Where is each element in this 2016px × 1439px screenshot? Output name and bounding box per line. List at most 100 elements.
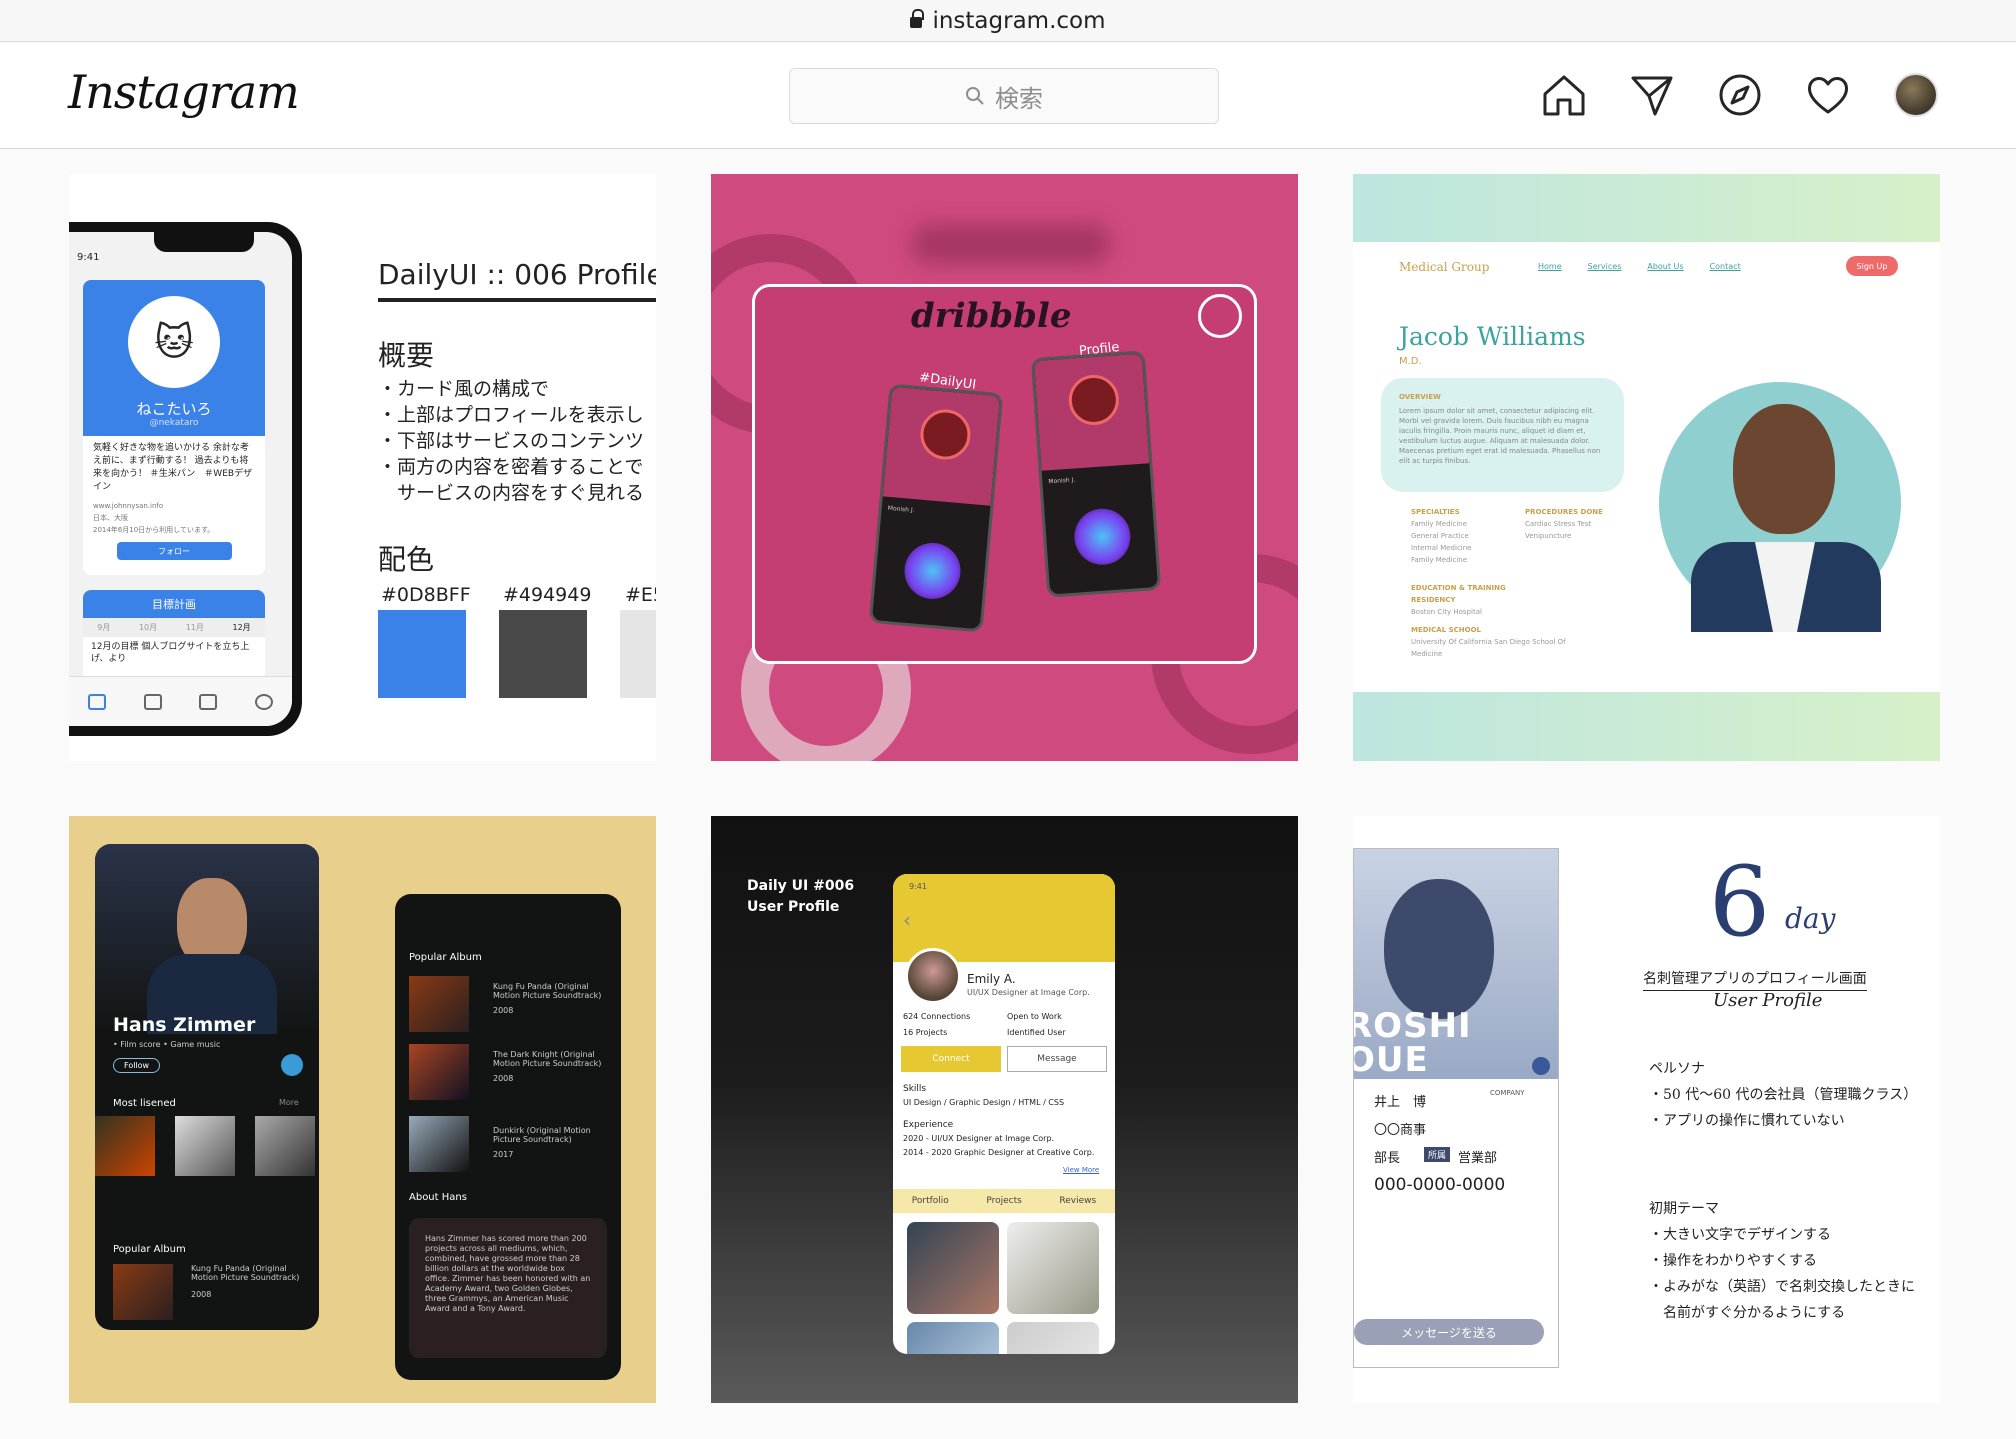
education-label: EDUCATION & TRAINING: [1411, 584, 1506, 592]
calendar-tab-icon: [199, 693, 218, 710]
about-text: Hans Zimmer has scored more than 200 pro…: [425, 1234, 591, 1313]
phone-number: 000-0000-0000: [1374, 1175, 1506, 1195]
connect-button: Connect: [901, 1046, 1001, 1072]
overview-label: OVERVIEW: [1399, 393, 1441, 401]
nav-link: Contact: [1709, 262, 1741, 271]
profile-location: 日本、大阪: [93, 514, 128, 522]
portfolio-image: [1007, 1322, 1099, 1354]
school-label: MEDICAL SCHOOL: [1411, 626, 1482, 634]
doctor-name: Jacob Williams: [1399, 322, 1586, 351]
persona-label: ペルソナ: [1649, 1061, 1705, 1077]
color-code: #0D8BFF: [381, 584, 471, 606]
skills-text: UI Design / Graphic Design / HTML / CSS: [903, 1098, 1065, 1107]
color-swatch-blue: [378, 610, 466, 698]
persona-item: ・アプリの操作に慣れていない: [1649, 1113, 1845, 1129]
portfolio-image: [1007, 1222, 1099, 1314]
send-message-button: メッセージを送る: [1354, 1319, 1544, 1345]
overview-heading: 概要: [378, 339, 435, 372]
connections-count: 624 Connections: [903, 1012, 971, 1021]
specialties-label: SPECIALTIES: [1411, 508, 1460, 516]
instagram-logo[interactable]: Instagram: [68, 65, 300, 119]
post-user-profile[interactable]: Daily UI #006 User Profile 9:41 ‹ Emily …: [711, 816, 1298, 1403]
avatar: [1067, 373, 1121, 427]
month-tab: 9月: [97, 623, 111, 632]
album-cover: [409, 1044, 469, 1100]
album-title: The Dark Knight (Original Motion Picture…: [493, 1050, 602, 1068]
top-navigation: Instagram 検索: [0, 43, 2016, 149]
direct-icon[interactable]: [1628, 71, 1676, 119]
portfolio-image: [907, 1222, 999, 1314]
music-app-icon: [1072, 506, 1133, 567]
tab-portfolio: Portfolio: [911, 1196, 949, 1206]
home-icon[interactable]: [1540, 71, 1588, 119]
persona-section: ペルソナ ・50 代〜60 代の会社員（管理職クラス） ・アプリの操作に慣れてい…: [1649, 1056, 1917, 1134]
projects-count: 16 Projects: [903, 1028, 948, 1037]
user-profile-label: User Profile: [1713, 990, 1823, 1011]
experience-label: Experience: [903, 1120, 954, 1130]
residency-text: Boston City Hospital: [1411, 608, 1482, 616]
specialty-item: Family Medicine: [1411, 556, 1468, 564]
specialty-item: Family Medicine: [1411, 520, 1468, 528]
profile-name: Monish J.: [887, 504, 915, 515]
album-title: Kung Fu Panda (Original Motion Picture S…: [493, 982, 602, 1000]
album-year: 2017: [493, 1150, 514, 1159]
overview-item: ・カード風の構成で: [378, 378, 550, 400]
theme-item: ・よみがな（英語）で名刺交換したときに: [1649, 1279, 1915, 1295]
profile-avatar[interactable]: [1894, 73, 1938, 117]
company-name: 〇〇商事: [1374, 1123, 1427, 1138]
dribbble-logo: dribbble: [911, 296, 1072, 336]
goal-text: 12月の目標 個人ブログサイトを立ち上げ、より: [91, 642, 250, 664]
follow-button: Follow: [113, 1058, 161, 1073]
dribbble-ball-icon: [1198, 294, 1242, 338]
home-tab-icon: [87, 693, 106, 710]
explore-icon[interactable]: [1716, 71, 1764, 119]
showcase-frame: [752, 284, 1257, 664]
browser-url-bar[interactable]: instagram.com: [0, 0, 2016, 42]
day-number: 6: [1709, 846, 1771, 958]
phone-mockup-right: Monish J.: [1030, 350, 1162, 598]
subtitle: 名刺管理アプリのプロフィール画面: [1643, 968, 1867, 991]
music-app-icon: [902, 540, 963, 602]
popular-album-label: Popular Album: [409, 952, 482, 963]
procedure-item: Venipuncture: [1525, 532, 1572, 540]
profile-name: Emily A.: [967, 972, 1016, 986]
heading-line: Daily UI #006: [747, 878, 855, 894]
signup-button: Sign Up: [1846, 256, 1898, 276]
status-time: 9:41: [77, 252, 100, 263]
album-year: 2008: [493, 1074, 514, 1083]
blurred-logo: [911, 224, 1111, 264]
month-tab: 10月: [138, 623, 158, 632]
profile-tabs: Portfolio Projects Reviews: [893, 1189, 1115, 1213]
avatar: [918, 407, 973, 462]
overview-item: ・両方の内容を密着することで: [378, 456, 644, 478]
school-text: University Of California San Diego Schoo…: [1411, 638, 1566, 658]
profile-photo: [905, 948, 961, 1004]
dept-tag: 所属: [1424, 1147, 1451, 1162]
activity-heart-icon[interactable]: [1804, 71, 1852, 119]
medical-profile-page: Medical Group Home Services About Us Con…: [1353, 242, 1940, 692]
search-placeholder: 検索: [995, 84, 1043, 113]
follow-button: フォロー: [116, 542, 232, 560]
search-input[interactable]: 検索: [789, 68, 1219, 124]
post-music-artist-profile[interactable]: Hans Zimmer • Film score • Game music Fo…: [69, 816, 656, 1403]
post-medical-profile[interactable]: Medical Group Home Services About Us Con…: [1353, 174, 1940, 761]
post-dribbble-profile[interactable]: dribbble #DailyUI Profile Monish J. Moni…: [711, 174, 1298, 761]
status-time: 9:41: [909, 882, 927, 891]
timer-tab-icon: [255, 693, 274, 710]
theme-item: ・操作をわかりやすくする: [1649, 1253, 1817, 1269]
post-dailyui-006-profile[interactable]: 9:41 🐱 ねこたいろ @nekataro 気軽く好きな物を追いかける 余計な…: [69, 174, 656, 761]
goal-title: 目標計画: [83, 590, 265, 618]
lock-icon: [910, 9, 925, 28]
artist-name: Hans Zimmer: [113, 1014, 256, 1036]
portfolio-image: [907, 1322, 999, 1354]
album-cover: [409, 976, 469, 1032]
album-year: 2008: [191, 1290, 212, 1299]
overview-list: ・カード風の構成で ・上部はプロフィールを表示し ・下部はサービスのコンテンツ …: [378, 376, 644, 506]
post-business-card-profile[interactable]: ROSHI OUE 井上 博 〇〇商事 部長 所属 営業部 000-0000-0…: [1353, 816, 1940, 1403]
phone-tabbar: [69, 676, 292, 726]
color-code: #494949: [503, 584, 592, 606]
play-icon: [281, 1054, 303, 1076]
romanized-name: ROSHI OUE: [1353, 1006, 1472, 1080]
skills-label: Skills: [903, 1084, 927, 1094]
brand: Medical Group: [1399, 260, 1490, 274]
